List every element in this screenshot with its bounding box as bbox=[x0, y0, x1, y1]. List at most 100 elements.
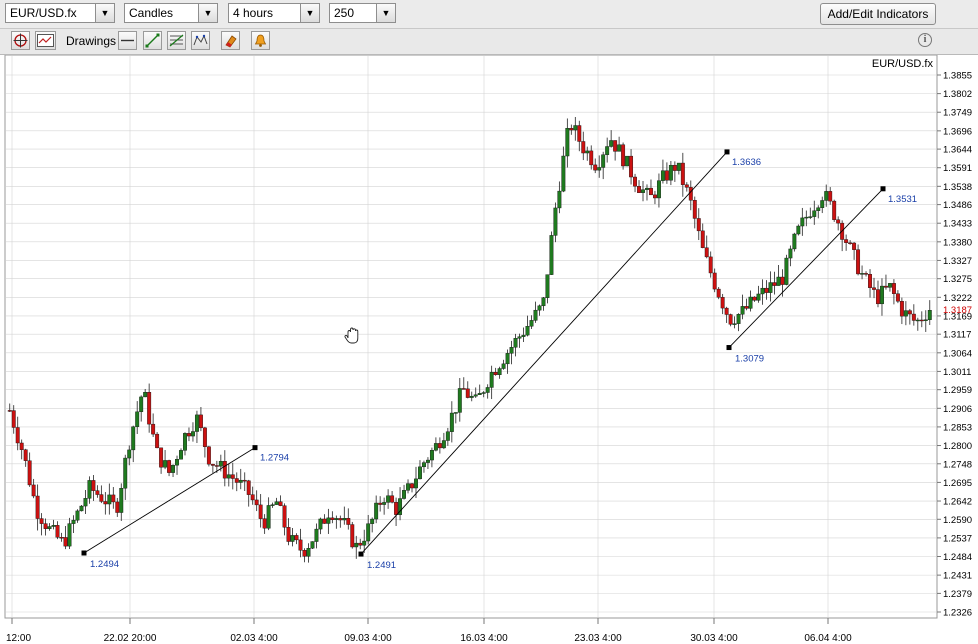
candle-down bbox=[688, 187, 693, 201]
price-axis-label: 1.3222 bbox=[943, 293, 972, 304]
price-axis-label: 1.2431 bbox=[943, 571, 972, 582]
alert-tool-button[interactable] bbox=[251, 31, 270, 50]
candle-up bbox=[529, 320, 534, 327]
candle-up bbox=[732, 323, 737, 325]
trendline-handle[interactable] bbox=[880, 186, 886, 192]
trendline-handle[interactable] bbox=[81, 550, 87, 556]
candle-up bbox=[135, 411, 140, 427]
candle-up bbox=[573, 125, 578, 131]
price-axis-label: 1.2642 bbox=[943, 497, 972, 508]
crosshair-tool-button[interactable] bbox=[11, 31, 30, 50]
candle-up bbox=[366, 523, 371, 542]
time-axis-label: 22.02 20:00 bbox=[104, 633, 157, 644]
candle-up bbox=[79, 505, 84, 512]
candle-up bbox=[880, 285, 884, 305]
chart-window-tool-button[interactable] bbox=[35, 31, 56, 50]
price-axis-label: 1.3275 bbox=[943, 274, 972, 285]
candle-up bbox=[370, 518, 375, 524]
time-axis-label: 30.03 4:00 bbox=[690, 633, 738, 644]
add-edit-indicators-button[interactable]: Add/Edit Indicators bbox=[820, 3, 936, 25]
info-icon[interactable]: i bbox=[918, 33, 932, 47]
candle-down bbox=[167, 460, 172, 473]
trendline-handle[interactable] bbox=[252, 445, 258, 451]
bell-icon bbox=[254, 34, 267, 47]
price-axis-label: 1.2590 bbox=[943, 515, 972, 526]
candle-down bbox=[378, 502, 383, 505]
candle-down bbox=[222, 461, 227, 479]
candle-up bbox=[127, 449, 132, 459]
candle-up bbox=[804, 216, 809, 219]
trendline-end-price: 1.3531 bbox=[888, 194, 917, 205]
candle-up bbox=[171, 464, 175, 473]
eraser-icon bbox=[225, 35, 237, 48]
trendline-end-price: 1.3636 bbox=[732, 157, 761, 168]
candle-down bbox=[684, 184, 689, 188]
trendline-start-price: 1.2491 bbox=[367, 560, 396, 571]
top-bar: EUR/USD.fx ▼ Candles ▼ 4 hours ▼ 250 ▼ A… bbox=[0, 0, 978, 29]
elliott-wave-tool-button[interactable] bbox=[191, 31, 210, 50]
price-chart[interactable]: 1.2494 1.2794 1.2491 1.3636 1.3079 1.3531 1.3… bbox=[0, 55, 978, 644]
candle-down bbox=[99, 494, 104, 502]
candle-up bbox=[808, 216, 813, 218]
horizontal-line-tool-button[interactable] bbox=[118, 31, 137, 50]
trendline-handle[interactable] bbox=[724, 149, 730, 155]
candle-up bbox=[676, 162, 681, 171]
candle-down bbox=[844, 239, 849, 243]
candle-up bbox=[820, 200, 825, 208]
candle-down bbox=[250, 494, 255, 501]
bars-count-select[interactable]: 250 ▼ bbox=[329, 3, 396, 23]
candle-down bbox=[63, 537, 68, 547]
candle-up bbox=[131, 426, 136, 451]
time-axis-label: 02.03 4:00 bbox=[230, 633, 278, 644]
price-axis-label: 1.3696 bbox=[943, 126, 972, 137]
price-axis-label: 1.3591 bbox=[943, 163, 972, 174]
candle-up bbox=[860, 273, 865, 275]
trendline-handle[interactable] bbox=[358, 551, 364, 557]
candle-up bbox=[585, 150, 590, 154]
candle-down bbox=[700, 230, 705, 248]
price-axis-label: 1.2959 bbox=[943, 385, 972, 396]
candle-down bbox=[856, 249, 861, 275]
candle-up bbox=[509, 347, 514, 354]
channel-tool-button[interactable] bbox=[167, 31, 186, 50]
candle-up bbox=[119, 488, 124, 513]
candle-up bbox=[537, 305, 542, 311]
candle-down bbox=[907, 310, 912, 315]
candle-up bbox=[266, 505, 271, 529]
candle-down bbox=[27, 460, 32, 486]
chevron-down-icon: ▼ bbox=[95, 4, 114, 22]
candle-down bbox=[696, 218, 701, 232]
price-axis-label: 1.3433 bbox=[943, 219, 972, 230]
candle-up bbox=[107, 494, 112, 505]
candle-up bbox=[422, 462, 426, 468]
candle-down bbox=[872, 287, 876, 290]
candle-up bbox=[485, 387, 490, 393]
candle-up bbox=[565, 128, 570, 157]
candle-down bbox=[242, 479, 247, 482]
candle-up bbox=[425, 459, 430, 463]
candle-up bbox=[433, 443, 438, 451]
eraser-tool-button[interactable] bbox=[221, 31, 240, 50]
trendline-tool-button[interactable] bbox=[143, 31, 162, 50]
price-axis-label: 1.2800 bbox=[943, 441, 972, 452]
candle-down bbox=[278, 501, 283, 506]
candle-up bbox=[314, 528, 319, 542]
candle-down bbox=[764, 287, 769, 293]
candle-down bbox=[39, 518, 44, 524]
timeframe-select[interactable]: 4 hours ▼ bbox=[228, 3, 320, 23]
candle-down bbox=[103, 501, 108, 505]
candle-up bbox=[597, 167, 602, 171]
candle-down bbox=[358, 542, 363, 546]
candle-up bbox=[824, 191, 829, 201]
candle-up bbox=[784, 257, 789, 285]
chart-type-select[interactable]: Candles ▼ bbox=[124, 3, 218, 23]
candle-down bbox=[258, 504, 263, 519]
candle-up bbox=[194, 414, 199, 432]
candle-up bbox=[792, 233, 797, 250]
trendline-handle[interactable] bbox=[726, 345, 732, 351]
price-axis-label: 1.2484 bbox=[943, 552, 972, 563]
candle-down bbox=[95, 490, 100, 495]
symbol-select[interactable]: EUR/USD.fx ▼ bbox=[5, 3, 115, 23]
candle-up bbox=[517, 336, 522, 339]
time-axis-label: 09.03 4:00 bbox=[344, 633, 392, 644]
